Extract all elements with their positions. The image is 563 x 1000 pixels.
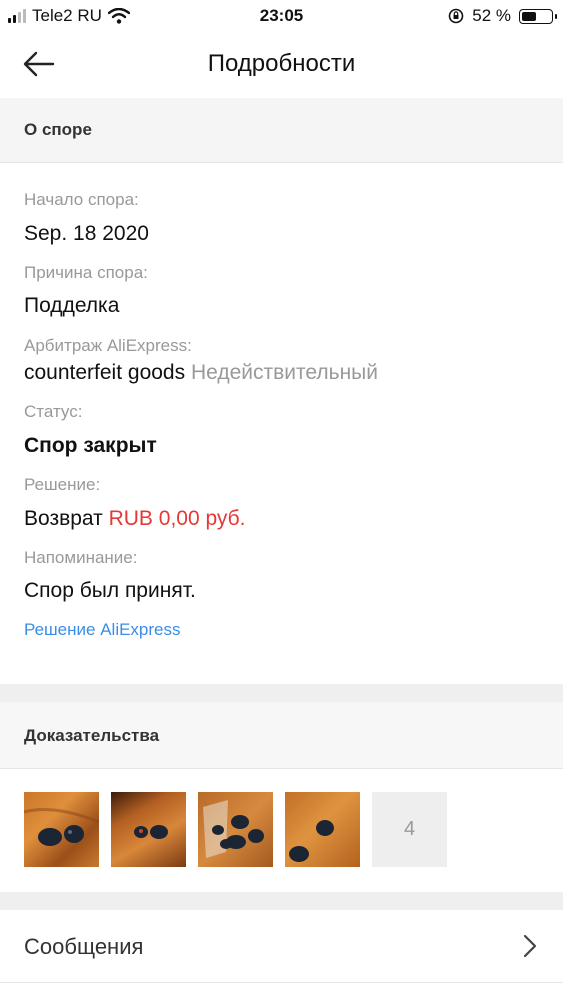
evidence-photo-2[interactable] [111,792,186,867]
battery-icon [519,8,557,24]
photo-3-image [203,800,264,858]
rotation-lock-icon [448,8,464,24]
reminder-value: Спор был принят. [24,579,196,602]
decision-label: Решение: [24,475,101,494]
decision-row: Возврат RUB 0,00 руб. [24,507,246,531]
reminder-label: Напоминание: [24,548,138,567]
arbitration-row: counterfeit goods Недействительный [24,361,378,385]
section-separator [0,892,563,910]
reason-value: Подделка [24,294,120,317]
section-separator [0,684,563,702]
nav-bar: Подробности [0,32,563,96]
arbitration-value: counterfeit goods [24,361,186,384]
decision-value: Возврат [24,507,103,530]
divider [0,162,563,163]
arbitration-status: Недействительный [190,361,378,384]
evidence-more-count: 4 [403,818,416,840]
status-bar: Tele2 RU 23:05 52 % [0,0,563,32]
photo-1-image [24,808,99,846]
status-label: Статус: [24,402,83,421]
dispute-section-header: О споре [0,98,563,162]
page-title: Подробности [207,50,356,77]
reason-label: Причина спора: [24,263,148,282]
chevron-right-icon [523,934,537,958]
arbitration-label: Арбитраж AliExpress: [24,336,192,355]
evidence-photo-1[interactable] [24,792,99,867]
battery-level [522,11,536,21]
battery-percent: 52 % [472,6,511,25]
photo-4-image [289,820,334,862]
evidence-photo-3[interactable] [198,792,273,867]
messages-label: Сообщения [24,934,144,959]
divider [0,768,563,769]
evidence-header-label: Доказательства [24,726,160,745]
aliexpress-decision-link[interactable]: Решение AliExpress [24,620,181,640]
start-value: Sep. 18 2020 [24,222,149,245]
messages-row[interactable]: Сообщения [0,910,563,982]
evidence-section-header: Доказательства [0,702,563,768]
evidence-photo-4[interactable] [285,792,360,867]
photo-2-image [134,825,168,839]
status-right: 52 % [448,6,557,26]
divider [0,982,563,983]
decision-amount: RUB 0,00 руб. [108,507,246,530]
dispute-header-label: О споре [24,120,92,139]
status-value: Спор закрыт [24,434,157,457]
start-label: Начало спора: [24,190,139,209]
evidence-more-tile[interactable]: 4 [372,792,447,867]
